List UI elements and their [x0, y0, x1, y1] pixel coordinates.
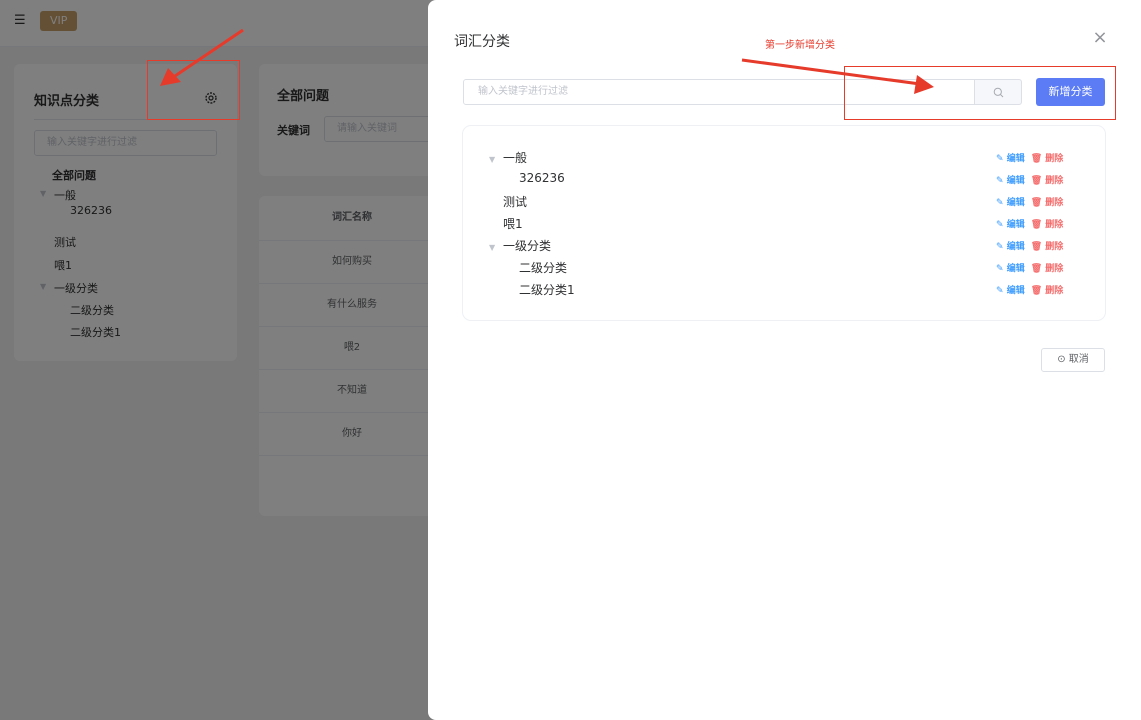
annotation-arrows	[160, 28, 934, 94]
annotation-arrowhead	[160, 68, 181, 86]
annotation-arrow-line	[741, 58, 921, 86]
annotation-arrow-line	[171, 28, 244, 80]
annotation-arrowhead	[914, 75, 934, 94]
